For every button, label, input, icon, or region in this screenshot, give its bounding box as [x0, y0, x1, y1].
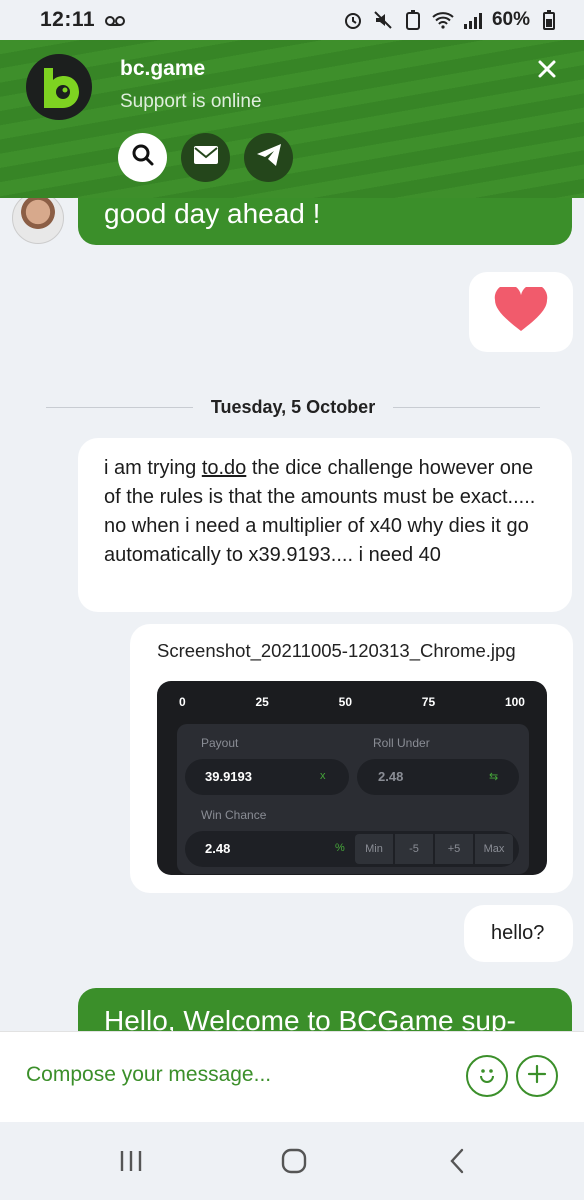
home-icon[interactable] [279, 1146, 309, 1176]
status-time: 12:11 [40, 8, 96, 31]
support-status: Support is online [120, 91, 262, 112]
agent-avatar [12, 198, 64, 244]
compose-bar: Compose your message... [0, 1031, 584, 1122]
attach-button[interactable] [516, 1055, 558, 1097]
bcgame-logo [26, 54, 92, 120]
swap-icon: ⇆ [489, 771, 499, 783]
signal-icon [462, 9, 484, 31]
envelope-icon [193, 145, 219, 170]
brand-name: bc.game [120, 57, 206, 80]
status-bar: 12:11 60% [0, 0, 584, 40]
system-nav-bar [0, 1122, 584, 1200]
user-message-hello: hello? [464, 905, 573, 962]
voicemail-icon [105, 14, 126, 26]
recent-apps-icon[interactable] [116, 1146, 146, 1176]
attachment-filename[interactable]: Screenshot_20211005-120313_Chrome.jpg [157, 640, 573, 662]
heart-icon [494, 283, 548, 338]
plus-icon [526, 1063, 548, 1090]
mute-icon [372, 9, 394, 31]
battery-percentage: 60% [491, 9, 530, 30]
back-icon[interactable] [443, 1146, 473, 1176]
search-button[interactable] [118, 133, 167, 182]
user-message: i am trying to.do the dice challenge how… [78, 438, 572, 612]
agent-message: Hello, Welcome to BCGame sup- [78, 988, 572, 1031]
messages-list[interactable]: good day ahead ! Tuesday, 5 October i am… [0, 198, 584, 1031]
date-separator: Tuesday, 5 October [46, 396, 541, 418]
telegram-button[interactable] [244, 133, 293, 182]
emoji-button[interactable] [466, 1055, 508, 1097]
alarm-icon [342, 9, 364, 31]
email-button[interactable] [181, 133, 230, 182]
battery-icon [538, 9, 560, 31]
compose-input[interactable]: Compose your message... [26, 1063, 271, 1087]
agent-message-partial: good day ahead ! [78, 198, 572, 245]
search-icon [131, 143, 155, 172]
chat-header: bc.game Support is online [0, 40, 584, 198]
smiley-icon [474, 1061, 500, 1092]
telegram-icon [256, 143, 282, 172]
save-data-icon [402, 9, 424, 31]
date-label: Tuesday, 5 October [210, 396, 376, 417]
message-link[interactable]: to.do [202, 457, 246, 479]
attachment-thumbnail[interactable]: 0 25 50 75 100 Payout Roll Under 39.9193… [157, 681, 547, 875]
wifi-icon [432, 9, 454, 31]
close-icon[interactable] [536, 58, 558, 80]
attachment-message[interactable]: Screenshot_20211005-120313_Chrome.jpg 0 … [130, 624, 573, 893]
reaction-bubble [469, 272, 573, 352]
